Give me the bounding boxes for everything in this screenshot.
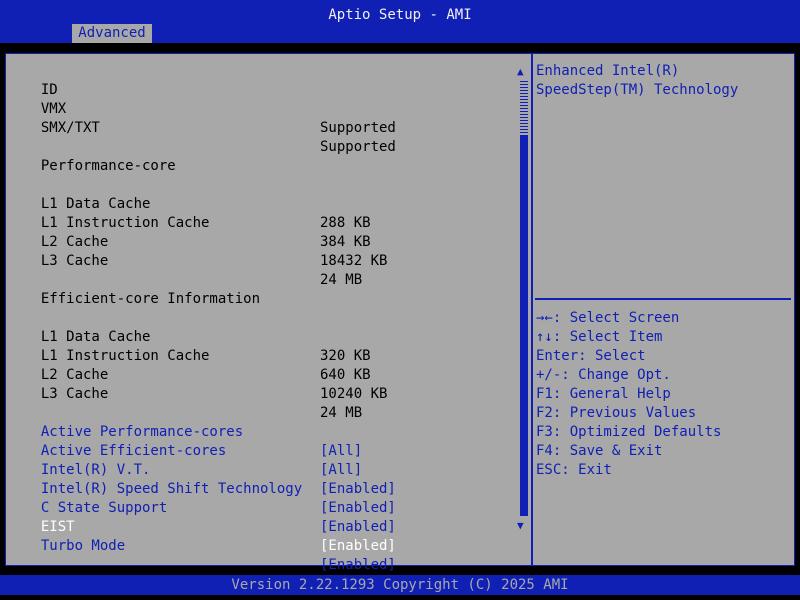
help-divider: [535, 298, 791, 300]
option-value[interactable]: [All]: [320, 461, 362, 480]
row-value: 24 MB: [320, 272, 363, 288]
option-active-efficient-cores[interactable]: Active Efficient-cores [All]: [24, 423, 362, 478]
row-e-l1-instruction-cache: L1 Instruction Cache 640 KB: [24, 328, 371, 383]
row-label: SMX/TXT: [40, 120, 100, 136]
key-hint-f3: F3: Optimized Defaults: [536, 424, 722, 440]
row-label: L3 Cache: [40, 253, 109, 269]
section-performance-core: Performance-core: [24, 138, 176, 174]
option-value[interactable]: [Enabled]: [320, 556, 396, 575]
scroll-up-icon[interactable]: ▲: [517, 65, 524, 78]
row-p-l1-data-cache: L1 Data Cache 288 KB: [24, 176, 371, 231]
help-text-line: Enhanced Intel(R): [536, 63, 680, 79]
option-value[interactable]: [Enabled]: [320, 480, 396, 499]
row-e-l1-data-cache: L1 Data Cache 320 KB: [24, 309, 371, 364]
scrollbar-thumb[interactable]: [520, 136, 528, 516]
option-turbo-mode[interactable]: Turbo Mode [Enabled]: [24, 518, 396, 573]
row-value: Supported: [320, 139, 396, 155]
row-value: Supported: [320, 120, 396, 136]
option-c-state-support[interactable]: C State Support [Enabled]: [24, 480, 396, 535]
row-value: 24 MB: [320, 405, 363, 421]
option-speed-shift[interactable]: Intel(R) Speed Shift Technology [Enabled…: [24, 461, 396, 516]
app-title: Aptio Setup - AMI: [328, 7, 472, 23]
key-hint-select-screen: →←: Select Screen: [536, 310, 680, 326]
footer-version: Version 2.22.1293 Copyright (C) 2025 AMI: [0, 575, 800, 595]
panel-divider: [531, 53, 533, 566]
section-heading: Performance-core: [40, 158, 176, 174]
option-value[interactable]: [Enabled]: [320, 537, 396, 556]
key-hint-f1: F1: General Help: [536, 386, 671, 402]
option-eist-selected[interactable]: EIST [Enabled]: [24, 499, 396, 554]
scrollbar-track[interactable]: [520, 80, 528, 136]
key-hint-enter: Enter: Select: [536, 348, 646, 364]
row-vmx: VMX Supported: [24, 81, 396, 136]
row-value: 18432 KB: [320, 253, 388, 269]
row-label: L3 Cache: [40, 386, 109, 402]
key-hint-esc: ESC: Exit: [536, 462, 612, 478]
option-value[interactable]: [Enabled]: [320, 499, 396, 518]
key-hint-f4: F4: Save & Exit: [536, 443, 663, 459]
key-hint-select-item: ↑↓: Select Item: [536, 329, 663, 345]
section-efficient-core: Efficient-core Information: [24, 271, 260, 307]
row-value: 320 KB: [320, 348, 371, 364]
option-active-performance-cores[interactable]: Active Performance-cores [All]: [24, 404, 362, 459]
help-text-line: SpeedStep(TM) Technology: [536, 82, 739, 98]
row-smx-txt: SMX/TXT Supported: [24, 100, 396, 155]
key-hint-f2: F2: Previous Values: [536, 405, 697, 421]
key-hint-change-opt: +/-: Change Opt.: [536, 367, 671, 383]
row-p-l1-instruction-cache: L1 Instruction Cache 384 KB: [24, 195, 371, 250]
row-value: 640 KB: [320, 367, 371, 383]
row-e-l3-cache: L3 Cache 24 MB: [24, 366, 362, 421]
option-value[interactable]: [Enabled]: [320, 518, 396, 537]
tab-advanced[interactable]: Advanced: [72, 24, 152, 43]
row-p-l3-cache: L3 Cache 24 MB: [24, 233, 362, 288]
section-heading: Efficient-core Information: [40, 291, 261, 307]
header-bar: Aptio Setup - AMI Advanced: [0, 0, 800, 43]
row-value: 384 KB: [320, 234, 371, 250]
option-intel-vt[interactable]: Intel(R) V.T. [Enabled]: [24, 442, 396, 497]
scroll-down-icon[interactable]: ▼: [517, 519, 524, 532]
row-e-l2-cache: L2 Cache 10240 KB: [24, 347, 388, 402]
row-value: 10240 KB: [320, 386, 388, 402]
row-id: ID: [24, 62, 58, 98]
option-value[interactable]: [All]: [320, 442, 362, 461]
row-p-l2-cache: L2 Cache 18432 KB: [24, 214, 388, 269]
option-label: Turbo Mode: [40, 538, 126, 554]
row-value: 288 KB: [320, 215, 371, 231]
